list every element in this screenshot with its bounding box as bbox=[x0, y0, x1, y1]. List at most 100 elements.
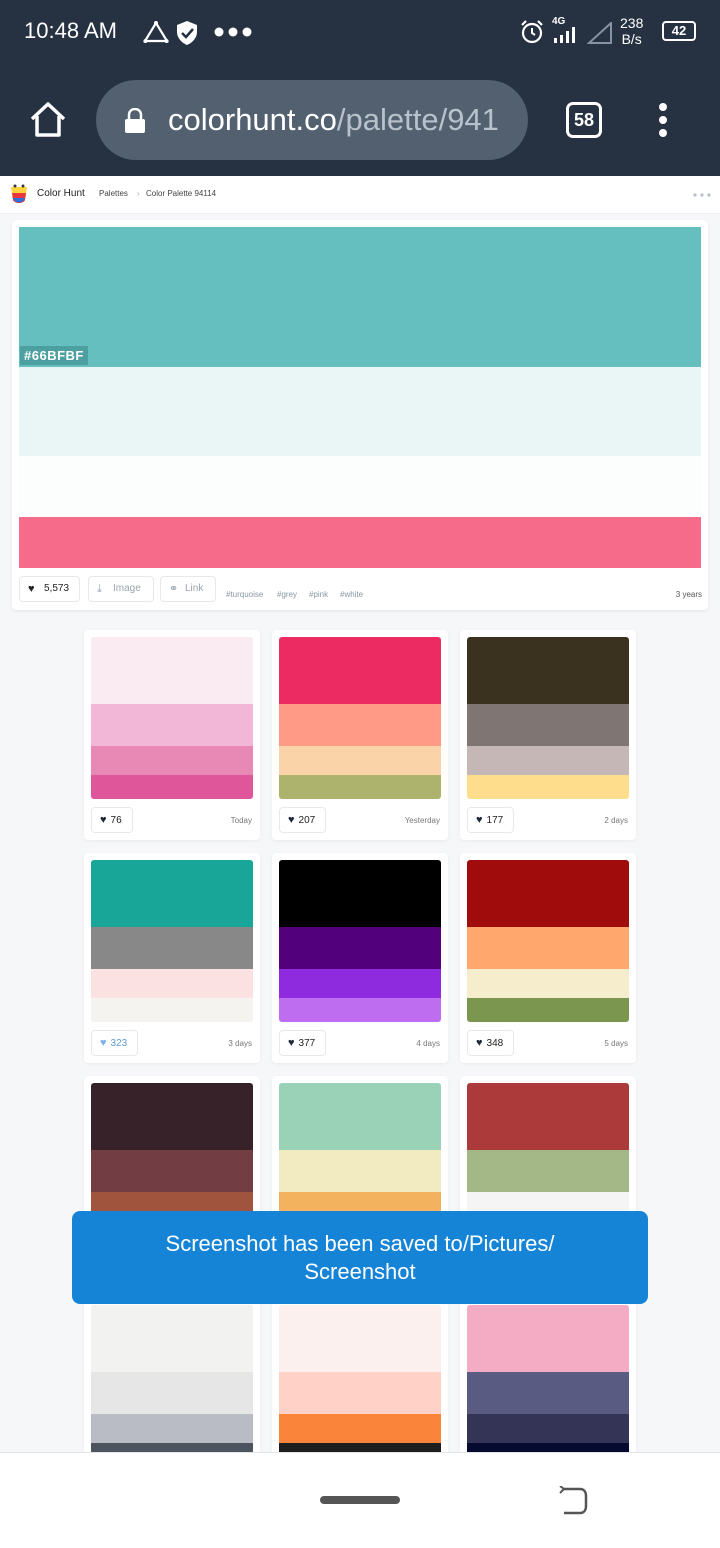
link-button-label: Link bbox=[185, 583, 204, 594]
rotate-icon[interactable] bbox=[558, 1486, 588, 1516]
palette-card[interactable]: ♥ 348 5 days bbox=[460, 853, 636, 1063]
palette-color-4[interactable] bbox=[91, 998, 253, 1022]
system-navigation-bar bbox=[0, 1452, 720, 1548]
palette-color-2[interactable] bbox=[279, 1150, 441, 1192]
palette-swatches[interactable] bbox=[91, 860, 253, 1022]
link-button[interactable]: ⚭ Link bbox=[160, 576, 216, 602]
site-name[interactable]: Color Hunt bbox=[37, 188, 85, 199]
like-button[interactable]: ♥ 5,573 bbox=[19, 576, 80, 602]
palette-color-1[interactable] bbox=[467, 1083, 629, 1150]
palette-swatches[interactable] bbox=[279, 1305, 441, 1452]
heart-icon: ♥ bbox=[288, 814, 295, 826]
more-options-icon[interactable] bbox=[656, 102, 670, 138]
tag-grey[interactable]: #grey bbox=[277, 590, 297, 599]
shield-check-icon bbox=[177, 21, 197, 45]
main-color-4[interactable] bbox=[19, 517, 701, 568]
palette-color-1[interactable] bbox=[279, 860, 441, 927]
palette-color-4[interactable] bbox=[467, 775, 629, 799]
palette-color-1[interactable] bbox=[91, 637, 253, 704]
palette-card[interactable] bbox=[272, 1298, 448, 1452]
tab-switcher-button[interactable]: 58 bbox=[566, 102, 602, 138]
palette-color-3[interactable] bbox=[91, 1414, 253, 1443]
main-color-3[interactable] bbox=[19, 456, 701, 517]
palette-color-4[interactable] bbox=[91, 775, 253, 799]
heart-icon: ♥ bbox=[288, 1037, 295, 1049]
palette-card[interactable] bbox=[84, 1298, 260, 1452]
palette-color-1[interactable] bbox=[91, 1083, 253, 1150]
palette-color-3[interactable] bbox=[279, 969, 441, 998]
palette-age: Yesterday bbox=[404, 816, 440, 825]
palette-color-3[interactable] bbox=[91, 746, 253, 775]
tag-white[interactable]: #white bbox=[340, 590, 363, 599]
palette-color-1[interactable] bbox=[91, 860, 253, 927]
color-hunt-logo-icon[interactable] bbox=[9, 184, 29, 206]
palette-age: 2 days bbox=[604, 816, 628, 825]
main-color-2[interactable] bbox=[19, 367, 701, 456]
palette-color-2[interactable] bbox=[91, 1372, 253, 1414]
palette-color-4[interactable] bbox=[467, 998, 629, 1022]
like-button[interactable]: ♥ 177 bbox=[467, 807, 515, 833]
like-button[interactable]: ♥ 348 bbox=[467, 1030, 515, 1056]
home-gesture-bar[interactable] bbox=[320, 1496, 400, 1504]
breadcrumb-palettes[interactable]: Palettes bbox=[99, 189, 128, 198]
palette-swatches[interactable] bbox=[279, 860, 441, 1022]
palette-swatches[interactable] bbox=[279, 637, 441, 799]
like-button[interactable]: ♥ 207 bbox=[279, 807, 327, 833]
palette-card[interactable]: ♥ 207 Yesterday bbox=[272, 630, 448, 840]
palette-color-2[interactable] bbox=[91, 927, 253, 969]
palette-card[interactable]: ♥ 377 4 days bbox=[272, 853, 448, 1063]
palette-color-2[interactable] bbox=[467, 704, 629, 746]
main-color-1[interactable] bbox=[19, 227, 701, 367]
palette-age: 5 days bbox=[604, 1039, 628, 1048]
palette-color-3[interactable] bbox=[467, 1414, 629, 1443]
palette-card[interactable]: ♥ 177 2 days bbox=[460, 630, 636, 840]
palette-color-2[interactable] bbox=[467, 1372, 629, 1414]
menu-dots-icon[interactable] bbox=[693, 193, 711, 197]
palette-color-2[interactable] bbox=[467, 927, 629, 969]
palette-color-1[interactable] bbox=[279, 1305, 441, 1372]
palette-color-3[interactable] bbox=[467, 746, 629, 775]
palette-color-1[interactable] bbox=[279, 1083, 441, 1150]
palette-color-4[interactable] bbox=[279, 1443, 441, 1452]
palette-color-3[interactable] bbox=[467, 969, 629, 998]
palette-color-4[interactable] bbox=[279, 775, 441, 799]
palette-color-2[interactable] bbox=[91, 704, 253, 746]
palette-swatches[interactable] bbox=[467, 860, 629, 1022]
tag-turquoise[interactable]: #turquoise bbox=[226, 590, 263, 599]
network-speed-unit: B/s bbox=[621, 31, 642, 47]
home-icon[interactable] bbox=[28, 100, 68, 140]
palette-card[interactable]: ♥ 76 Today bbox=[84, 630, 260, 840]
palette-color-1[interactable] bbox=[279, 637, 441, 704]
palette-color-4[interactable] bbox=[279, 998, 441, 1022]
hex-code-label[interactable]: #66BFBF bbox=[20, 346, 88, 365]
palette-color-2[interactable] bbox=[467, 1150, 629, 1192]
palette-color-4[interactable] bbox=[91, 1443, 253, 1452]
palette-color-1[interactable] bbox=[467, 860, 629, 927]
tag-pink[interactable]: #pink bbox=[309, 590, 328, 599]
palette-card[interactable]: ♥ 323 3 days bbox=[84, 853, 260, 1063]
like-button[interactable]: ♥ 377 bbox=[279, 1030, 327, 1056]
palette-swatches[interactable] bbox=[91, 1305, 253, 1452]
palette-color-2[interactable] bbox=[279, 1372, 441, 1414]
like-button[interactable]: ♥ 323 bbox=[91, 1030, 139, 1056]
signal-icon bbox=[554, 27, 575, 43]
palette-color-3[interactable] bbox=[279, 746, 441, 775]
palette-color-2[interactable] bbox=[91, 1150, 253, 1192]
palette-swatches[interactable] bbox=[467, 1305, 629, 1452]
palette-color-1[interactable] bbox=[91, 1305, 253, 1372]
image-button[interactable]: ⤓ Image bbox=[88, 576, 154, 602]
palette-color-1[interactable] bbox=[467, 637, 629, 704]
like-button[interactable]: ♥ 76 bbox=[91, 807, 133, 833]
palette-swatches[interactable] bbox=[91, 637, 253, 799]
palette-color-2[interactable] bbox=[279, 704, 441, 746]
palette-card[interactable] bbox=[460, 1298, 636, 1452]
palette-color-3[interactable] bbox=[91, 969, 253, 998]
palette-color-1[interactable] bbox=[467, 1305, 629, 1372]
breadcrumb-current: Color Palette 94114 bbox=[146, 189, 217, 198]
address-bar[interactable]: colorhunt.co/palette/941 bbox=[96, 80, 528, 160]
palette-color-4[interactable] bbox=[467, 1443, 629, 1452]
palette-color-2[interactable] bbox=[279, 927, 441, 969]
palette-color-3[interactable] bbox=[279, 1414, 441, 1443]
url-path: /palette/941 bbox=[336, 102, 499, 137]
palette-swatches[interactable] bbox=[467, 637, 629, 799]
